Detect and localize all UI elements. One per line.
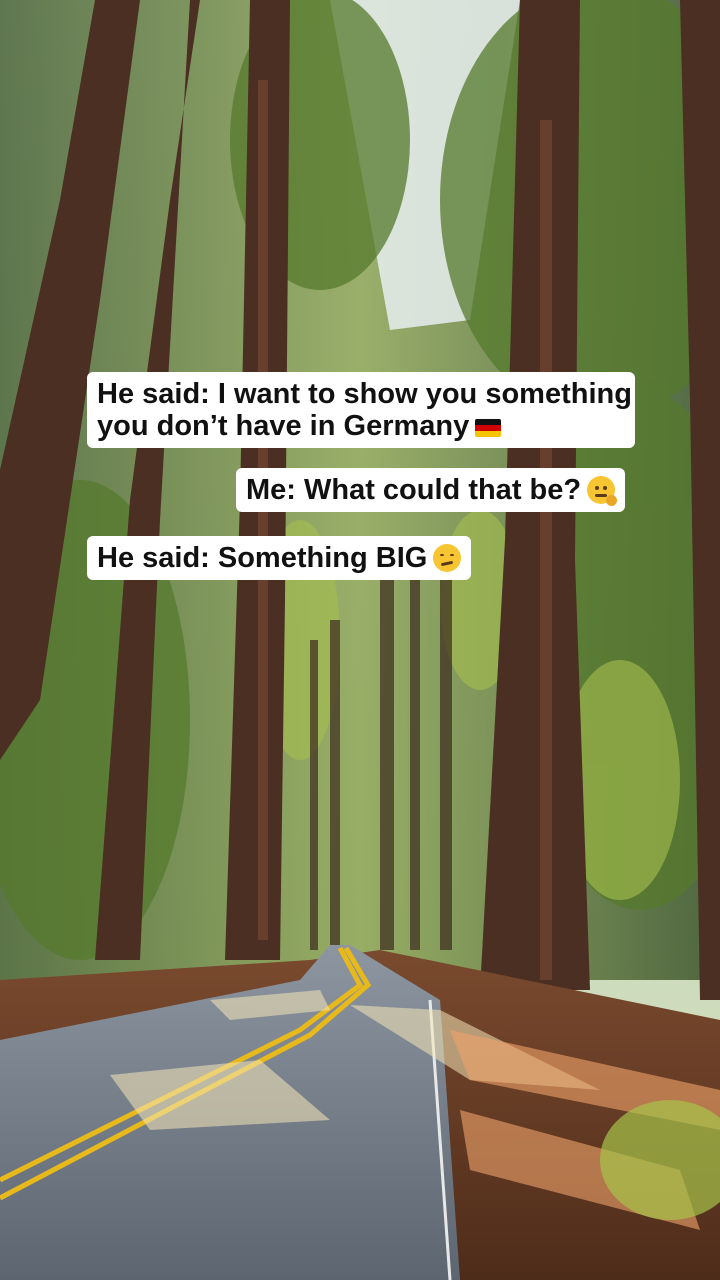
caption-bubble-3: He said: Something BIG [87,536,472,580]
redwood-forest-road-photo [0,0,720,1280]
germany-flag-icon [475,419,502,437]
smirking-face-icon [433,544,462,572]
caption-bubble-2: Me: What could that be? [236,468,626,512]
caption-line-1b: you don’t have in Germany [97,410,470,442]
caption-line-3: He said: Something BIG [97,542,428,574]
thinking-face-icon [587,476,618,506]
caption-line-1a: He said: I want to show you something [97,378,632,410]
caption-bubble-1: He said: I want to show you something yo… [87,372,635,448]
caption-line-2: Me: What could that be? [246,474,582,506]
